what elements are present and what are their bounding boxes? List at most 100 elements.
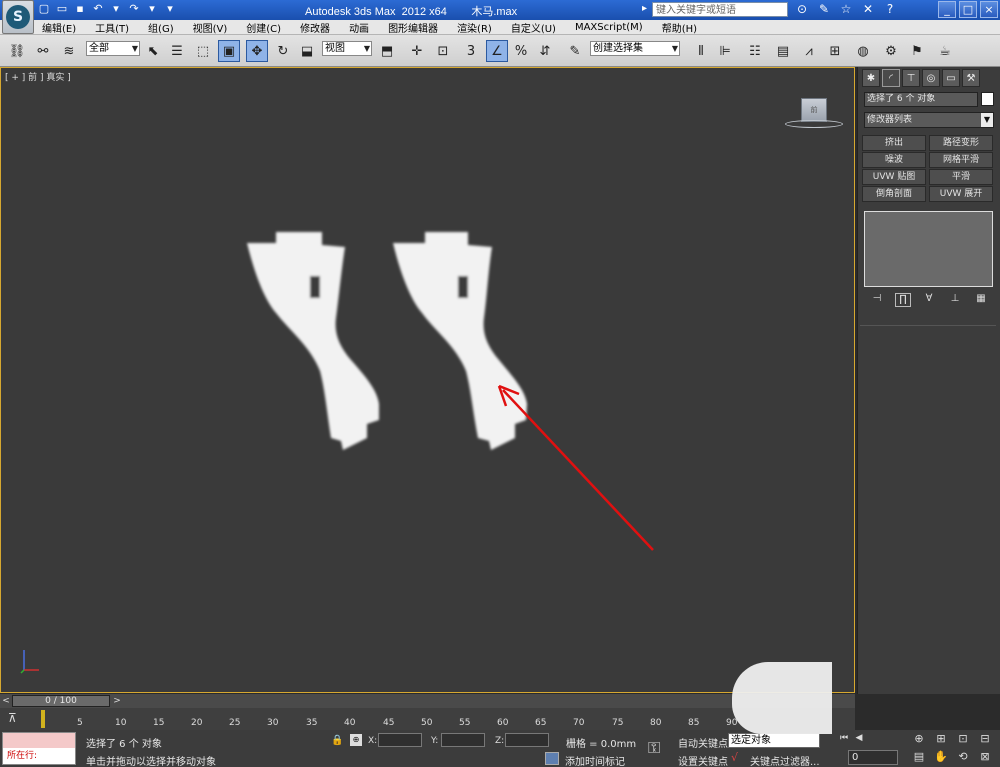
maximize-button[interactable]: □ (959, 1, 977, 18)
key-filters-button[interactable]: 关键点过滤器... (750, 753, 820, 767)
x-coordinate-field[interactable] (378, 733, 422, 747)
scene-objects[interactable] (1, 68, 856, 694)
undo-icon[interactable]: ↶ (90, 1, 106, 17)
object-color-swatch[interactable] (981, 92, 994, 106)
select-rotate-icon[interactable]: ↻ (272, 40, 294, 62)
smooth-button[interactable]: 平滑 (929, 169, 993, 185)
zoom-extents-icon[interactable]: ⊡ (954, 732, 972, 748)
menu-help[interactable]: 帮助(H) (662, 20, 697, 35)
curve-editor-icon[interactable]: ⩘ (798, 40, 820, 62)
named-selection-sets-dropdown[interactable]: 创建选择集 (590, 41, 680, 56)
binoculars-icon[interactable]: ⊙ (794, 1, 810, 17)
zoom-extents-all-icon[interactable]: ⊟ (976, 732, 994, 748)
time-slider[interactable]: < 0 / 100 > (0, 694, 855, 708)
mini-curve-editor-icon[interactable]: ⊼ (8, 711, 26, 727)
customize-icon[interactable]: ▾ (162, 1, 178, 17)
open-file-icon[interactable]: ▭ (54, 1, 70, 17)
horse-leg-piece-right[interactable] (393, 232, 527, 450)
menu-views[interactable]: 视图(V) (193, 20, 228, 35)
menu-group[interactable]: 组(G) (148, 20, 174, 35)
display-tab-icon[interactable]: ▭ (942, 69, 960, 87)
extrude-button[interactable]: 挤出 (862, 135, 926, 151)
menu-create[interactable]: 创建(C) (246, 20, 281, 35)
select-move-icon[interactable]: ✥ (246, 40, 268, 62)
save-icon[interactable]: ▪ (72, 1, 88, 17)
keyboard-shortcut-icon[interactable]: ⊡ (432, 40, 454, 62)
render-production-icon[interactable]: ☕ (934, 40, 956, 62)
add-time-tag[interactable]: 添加时间标记 (565, 753, 625, 767)
prev-frame-icon[interactable]: ◀ (853, 733, 865, 747)
bind-spacewarp-icon[interactable]: ≋ (58, 40, 80, 62)
pivot-center-icon[interactable]: ⬒ (376, 40, 398, 62)
modifier-stack[interactable] (864, 211, 993, 287)
align-icon[interactable]: ⊫ (714, 40, 736, 62)
time-tag-icon[interactable] (545, 752, 559, 765)
select-by-name-icon[interactable]: ☰ (166, 40, 188, 62)
maximize-viewport-icon[interactable]: ⊠ (976, 750, 994, 766)
z-coordinate-field[interactable] (505, 733, 549, 747)
material-editor-icon[interactable]: ◍ (852, 40, 874, 62)
spinner-snap-icon[interactable]: ⇵ (534, 40, 556, 62)
absolute-mode-icon[interactable]: ⊕ (350, 734, 362, 746)
y-coordinate-field[interactable] (441, 733, 485, 747)
new-file-icon[interactable]: ▢ (36, 1, 52, 17)
redo-icon[interactable]: ↷ (126, 1, 142, 17)
zoom-icon[interactable]: ⊕ (910, 732, 928, 748)
front-viewport[interactable]: [ + ] 前 ] 真实 ] 前 (0, 67, 855, 693)
link-icon[interactable]: ⛓ (6, 40, 28, 62)
render-setup-icon[interactable]: ⚙ (880, 40, 902, 62)
percent-snap-icon[interactable]: % (510, 40, 532, 62)
noise-button[interactable]: 噪波 (862, 152, 926, 168)
reference-coordinate-dropdown[interactable]: 视图 (322, 41, 372, 56)
menu-maxscript[interactable]: MAXScript(M) (575, 22, 643, 33)
object-name-field[interactable]: 选择了 6 个 对象 (864, 92, 978, 107)
unlink-icon[interactable]: ⚯ (32, 40, 54, 62)
configure-sets-icon[interactable]: ▦ (973, 293, 989, 307)
redo-dropdown-icon[interactable]: ▾ (144, 1, 160, 17)
mirror-icon[interactable]: ⫴ (690, 40, 712, 62)
menu-modifiers[interactable]: 修改器 (300, 20, 330, 35)
pan-icon[interactable]: ✋ (932, 750, 950, 766)
select-manipulate-icon[interactable]: ✛ (406, 40, 428, 62)
set-key-icon[interactable]: ⚿ (648, 738, 660, 758)
motion-tab-icon[interactable]: ◎ (922, 69, 940, 87)
maxscript-input[interactable] (3, 733, 75, 748)
show-end-result-icon[interactable]: ∏ (895, 293, 911, 307)
menu-tools[interactable]: 工具(T) (95, 20, 129, 35)
graphite-ribbon-icon[interactable]: ▤ (772, 40, 794, 62)
star-icon[interactable]: ☆ (838, 1, 854, 17)
rectangular-selection-icon[interactable]: ⬚ (192, 40, 214, 62)
selection-set-dropdown[interactable]: 选定对象 (728, 733, 820, 748)
schematic-view-icon[interactable]: ⊞ (824, 40, 846, 62)
zoom-all-icon[interactable]: ⊞ (932, 732, 950, 748)
time-slider-next-icon[interactable]: > (112, 695, 122, 707)
meshsmooth-button[interactable]: 网格平滑 (929, 152, 993, 168)
field-of-view-icon[interactable]: ▤ (910, 750, 928, 766)
time-slider-thumb[interactable]: 0 / 100 (12, 695, 110, 707)
key-filter-icon[interactable]: √ (731, 751, 738, 764)
set-key-button[interactable]: 设置关键点 (678, 753, 728, 767)
close-button[interactable]: × (980, 1, 998, 18)
current-frame-field[interactable]: 0 (848, 750, 898, 765)
dropdown-arrow-icon[interactable]: ▼ (981, 113, 993, 127)
help-icon[interactable]: ? (882, 1, 898, 17)
uvw-map-button[interactable]: UVW 贴图 (862, 169, 926, 185)
layer-manager-icon[interactable]: ☷ (744, 40, 766, 62)
pin-stack-icon[interactable]: ⊣ (869, 293, 885, 307)
modifier-list-dropdown[interactable]: 修改器列表 ▼ (864, 112, 994, 128)
minimize-button[interactable]: _ (938, 1, 956, 18)
menu-animation[interactable]: 动画 (349, 20, 369, 35)
help-search-input[interactable]: 键入关键字或短语 (652, 2, 788, 17)
create-tab-icon[interactable]: ✱ (862, 69, 880, 87)
menu-edit[interactable]: 编辑(E) (42, 20, 76, 35)
snaps-toggle-icon[interactable]: 3 (460, 40, 482, 62)
selection-filter-dropdown[interactable]: 全部 (86, 41, 140, 56)
hierarchy-tab-icon[interactable]: ⊤ (902, 69, 920, 87)
tools-icon[interactable]: ✎ (816, 1, 832, 17)
maxscript-listener[interactable]: 所在行: (2, 732, 76, 765)
help-expand-icon[interactable]: ▸ (642, 3, 647, 14)
menu-customize[interactable]: 自定义(U) (511, 20, 556, 35)
track-bar[interactable]: ⊼ 5 10 15 20 25 30 35 40 45 50 55 60 65 … (0, 708, 855, 730)
go-to-start-icon[interactable]: ⏮ (838, 733, 850, 747)
auto-key-button[interactable]: 自动关键点 (678, 735, 728, 750)
